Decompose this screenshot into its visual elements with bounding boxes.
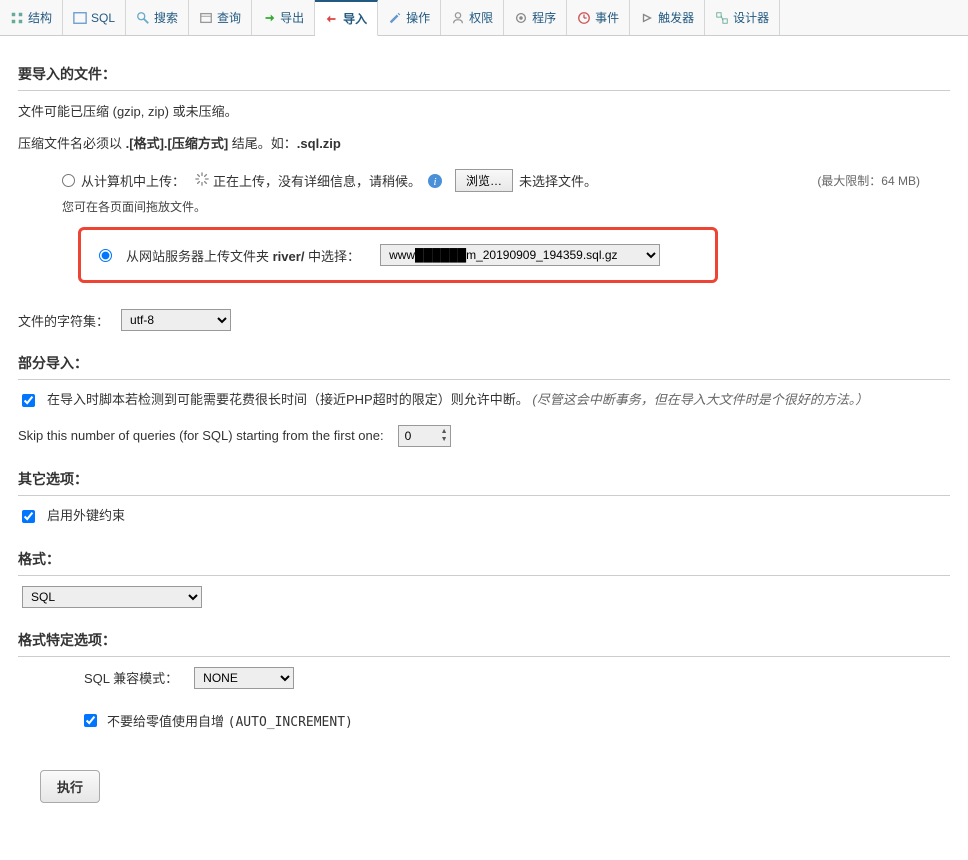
- events-icon: [577, 11, 591, 25]
- svg-text:i: i: [434, 176, 437, 188]
- allow-interrupt-row: 在导入时脚本若检测到可能需要花费很长时间（接近PHP超时的限定）则允许中断。 (…: [22, 390, 950, 411]
- sql-compat-row: SQL 兼容模式： NONE: [84, 667, 950, 689]
- tab-label: 程序: [532, 9, 556, 26]
- tab-routines[interactable]: 程序: [504, 0, 567, 35]
- charset-select[interactable]: utf-8: [121, 309, 231, 331]
- skip-queries-input[interactable]: [399, 426, 439, 446]
- privileges-icon: [451, 11, 465, 25]
- tab-operations[interactable]: 操作: [378, 0, 441, 35]
- tab-designer[interactable]: 设计器: [705, 0, 780, 35]
- fk-row: 启用外键约束: [22, 506, 950, 527]
- routines-icon: [514, 11, 528, 25]
- format-select[interactable]: SQL: [22, 586, 202, 608]
- tab-export[interactable]: 导出: [252, 0, 315, 35]
- tab-label: 搜索: [154, 9, 178, 26]
- designer-icon: [715, 11, 729, 25]
- section-other-options: 其它选项：: [18, 469, 950, 496]
- autoincr-checkbox[interactable]: [84, 714, 97, 727]
- tab-label: 权限: [469, 9, 493, 26]
- radio-from-computer[interactable]: 从计算机中上传：: [62, 171, 185, 190]
- skip-queries-row: Skip this number of queries (for SQL) st…: [18, 425, 950, 447]
- operation-icon: [388, 11, 402, 25]
- top-tab-bar: 结构 SQL 搜索 查询 导出 导入 操作 权限 程序 事件 触发器: [0, 0, 968, 36]
- charset-row: 文件的字符集： utf-8: [18, 309, 950, 331]
- tab-label: 设计器: [733, 9, 769, 26]
- section-partial-import: 部分导入：: [18, 353, 950, 380]
- execute-button[interactable]: 执行: [40, 770, 100, 803]
- no-file-text: 未选择文件。: [519, 171, 597, 190]
- tab-label: 结构: [28, 9, 52, 26]
- sql-compat-select[interactable]: NONE: [194, 667, 294, 689]
- upload-from-computer-row: 从计算机中上传： 正在上传，没有详细信息，请稍候。 i 浏览… 未选择文件。 (…: [62, 169, 950, 192]
- radio-from-server[interactable]: [99, 249, 118, 262]
- tab-label: 查询: [217, 9, 241, 26]
- triggers-icon: [640, 11, 654, 25]
- uploading-text: 正在上传，没有详细信息，请稍候。: [213, 171, 421, 190]
- autoincr-row: 不要给零值使用自增 (AUTO_INCREMENT): [84, 711, 950, 730]
- structure-icon: [10, 11, 24, 25]
- import-icon: [325, 12, 339, 26]
- sql-icon: [73, 11, 87, 25]
- skip-queries-label: Skip this number of queries (for SQL) st…: [18, 428, 384, 443]
- radio-from-computer-input[interactable]: [62, 174, 75, 187]
- tab-import[interactable]: 导入: [315, 0, 378, 36]
- tab-label: 导入: [343, 10, 367, 27]
- tab-label: 导出: [280, 9, 304, 26]
- fk-checkbox[interactable]: [22, 510, 35, 523]
- tab-structure[interactable]: 结构: [0, 0, 63, 35]
- section-file-to-import: 要导入的文件：: [18, 64, 950, 91]
- sql-compat-label: SQL 兼容模式：: [84, 668, 178, 687]
- drag-drop-note: 您可在各页面间拖放文件。: [62, 198, 950, 215]
- tab-triggers[interactable]: 触发器: [630, 0, 705, 35]
- tab-query[interactable]: 查询: [189, 0, 252, 35]
- query-icon: [199, 11, 213, 25]
- export-icon: [262, 11, 276, 25]
- tab-sql[interactable]: SQL: [63, 0, 126, 35]
- search-icon: [136, 11, 150, 25]
- fk-label: 启用外键约束: [47, 506, 125, 527]
- server-folder-highlight-box: 从网站服务器上传文件夹 river/ 中选择： www██████m_20190…: [78, 227, 718, 283]
- autoincr-label: 不要给零值使用自增 (AUTO_INCREMENT): [107, 711, 353, 730]
- server-file-select[interactable]: www██████m_20190909_194359.sql.gz: [380, 244, 660, 266]
- allow-interrupt-checkbox[interactable]: [22, 394, 35, 407]
- tab-search[interactable]: 搜索: [126, 0, 189, 35]
- tab-label: 事件: [595, 9, 619, 26]
- compress-desc-2: 压缩文件名必须以 .[格式].[压缩方式] 结尾。如：.sql.zip: [18, 133, 950, 155]
- radio-from-computer-label: 从计算机中上传：: [81, 171, 185, 190]
- section-format-specific: 格式特定选项：: [18, 630, 950, 657]
- stepper-up[interactable]: ▲: [439, 428, 450, 436]
- tab-privileges[interactable]: 权限: [441, 0, 504, 35]
- section-format: 格式：: [18, 549, 950, 576]
- tab-label: SQL: [91, 11, 115, 25]
- allow-interrupt-label: 在导入时脚本若检测到可能需要花费很长时间（接近PHP超时的限定）则允许中断。 (…: [47, 390, 868, 411]
- loading-spinner-icon: [195, 172, 209, 189]
- max-limit-text: (最大限制：64 MB): [817, 172, 950, 189]
- tab-label: 触发器: [658, 9, 694, 26]
- compress-desc-1: 文件可能已压缩 (gzip, zip) 或未压缩。: [18, 101, 950, 123]
- charset-label: 文件的字符集：: [18, 311, 109, 330]
- server-folder-label: 从网站服务器上传文件夹 river/ 中选择：: [126, 246, 360, 265]
- radio-from-server-input[interactable]: [99, 249, 112, 262]
- tab-label: 操作: [406, 9, 430, 26]
- format-row: SQL: [22, 586, 950, 608]
- info-icon[interactable]: i: [427, 173, 443, 189]
- stepper-buttons: ▲ ▼: [439, 428, 450, 444]
- skip-queries-stepper[interactable]: ▲ ▼: [398, 425, 451, 447]
- stepper-down[interactable]: ▼: [439, 436, 450, 444]
- tab-events[interactable]: 事件: [567, 0, 630, 35]
- browse-button[interactable]: 浏览…: [455, 169, 513, 192]
- content-area: 要导入的文件： 文件可能已压缩 (gzip, zip) 或未压缩。 压缩文件名必…: [0, 36, 968, 833]
